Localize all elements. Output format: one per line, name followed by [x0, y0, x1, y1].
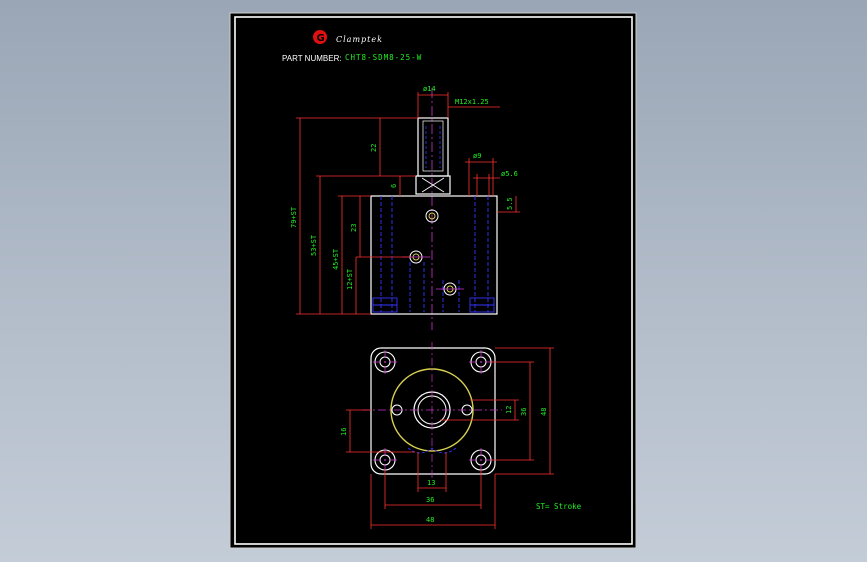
- dim-rod-diameter: ø14: [423, 85, 436, 93]
- dim-port-offset: 23: [350, 224, 358, 232]
- svg-text:G: G: [317, 33, 325, 44]
- cad-viewer: G Clamptek PART NUMBER: CHT8-SDM8-25-W ø…: [0, 0, 867, 562]
- dim-body-height: 45+ST: [332, 248, 340, 270]
- part-number-label: PART NUMBER:: [282, 54, 342, 63]
- dim-height-53: 53+ST: [310, 234, 318, 256]
- dim-rod-height: 22: [370, 144, 378, 152]
- dim-bolt-hole: ø5.6: [501, 170, 518, 178]
- dim-bolt-pitch-v: 36: [520, 408, 528, 416]
- dim-total-height: 79+ST: [290, 206, 298, 228]
- dim-port-height: 12+ST: [346, 268, 354, 290]
- dim-offset-16: 16: [340, 428, 348, 436]
- dim-bolt-pitch-h: 36: [426, 496, 434, 504]
- dim-port-spacing: 12: [505, 406, 513, 414]
- dim-flange-width: 48: [426, 516, 434, 524]
- dim-flange-height: 48: [540, 408, 548, 416]
- part-number-value: CHT8-SDM8-25-W: [345, 53, 422, 62]
- dim-nut-gap: 6: [390, 184, 398, 188]
- stroke-note: ST= Stroke: [536, 502, 582, 511]
- dim-counterbore-depth: 5.5: [506, 197, 514, 210]
- brand-name: Clamptek: [336, 35, 383, 44]
- drawing-viewport: G Clamptek PART NUMBER: CHT8-SDM8-25-W ø…: [229, 12, 637, 549]
- dim-thread: M12x1.25: [455, 98, 489, 106]
- dim-offset-13: 13: [427, 479, 435, 487]
- dim-counterbore: ø9: [473, 152, 481, 160]
- drawing-sheet: [229, 12, 637, 549]
